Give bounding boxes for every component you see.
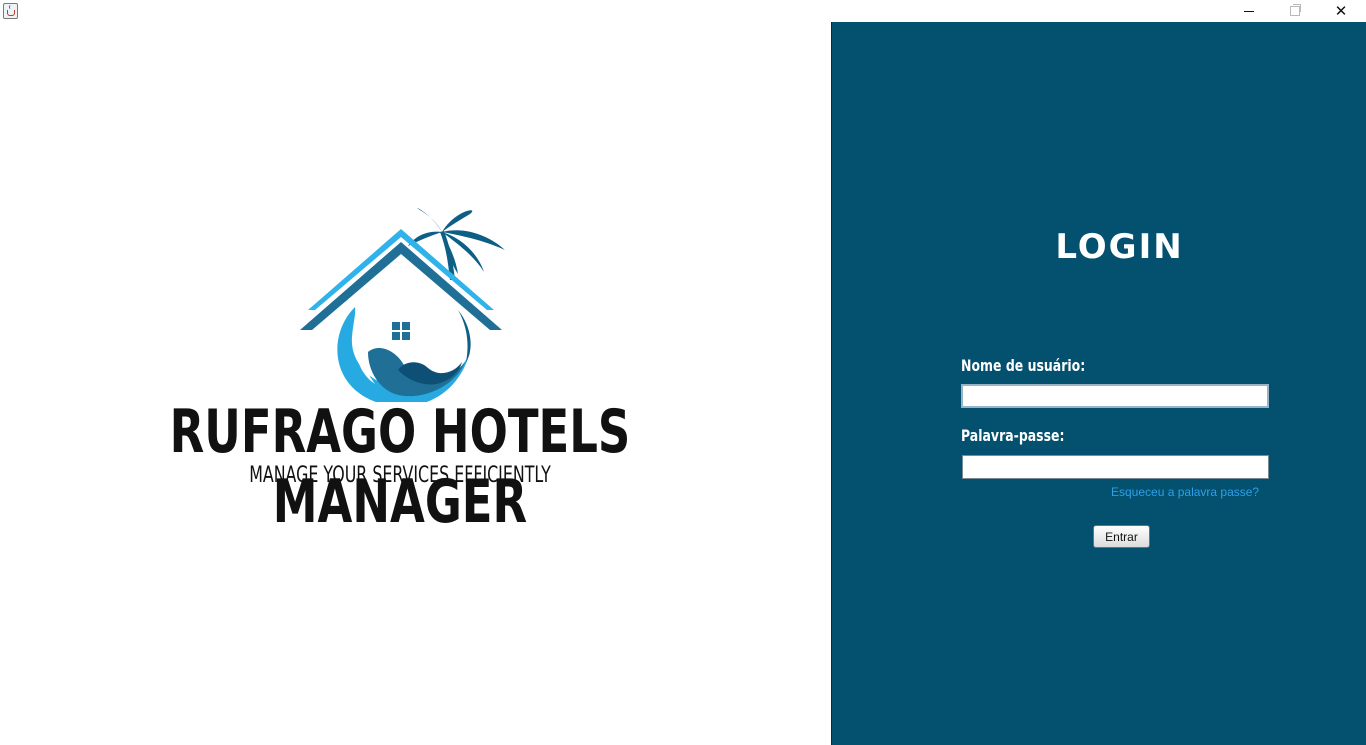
enter-button[interactable]: Entrar (1093, 525, 1150, 548)
login-title: LOGIN (1055, 227, 1184, 267)
password-label: Palavra-passe: (961, 426, 1065, 445)
wave-icon (337, 307, 471, 402)
minimize-button[interactable] (1226, 0, 1272, 22)
username-field[interactable] (961, 384, 1269, 408)
close-icon: ✕ (1334, 2, 1348, 20)
java-app-icon (3, 3, 18, 19)
window-icon (392, 322, 410, 340)
minimize-icon (1244, 10, 1254, 12)
restore-button[interactable] (1272, 0, 1318, 22)
window-titlebar: ✕ (0, 0, 1366, 22)
close-button[interactable]: ✕ (1318, 0, 1364, 22)
password-field[interactable] (962, 455, 1269, 479)
hotel-logo (300, 208, 505, 402)
app-tagline: MANAGE YOUR SERVICES EFFICIENTLY (249, 463, 551, 488)
forgot-password-link[interactable]: Esqueceu a palavra passe? (1111, 485, 1259, 499)
username-label: Nome de usuário: (961, 356, 1086, 375)
roof-outline (308, 229, 494, 310)
login-panel: LOGIN Nome de usuário: Palavra-passe: Es… (831, 22, 1366, 745)
restore-icon (1290, 4, 1301, 16)
branding-pane: RUFRAGO HOTELS MANAGER MANAGE YOUR SERVI… (0, 22, 831, 745)
